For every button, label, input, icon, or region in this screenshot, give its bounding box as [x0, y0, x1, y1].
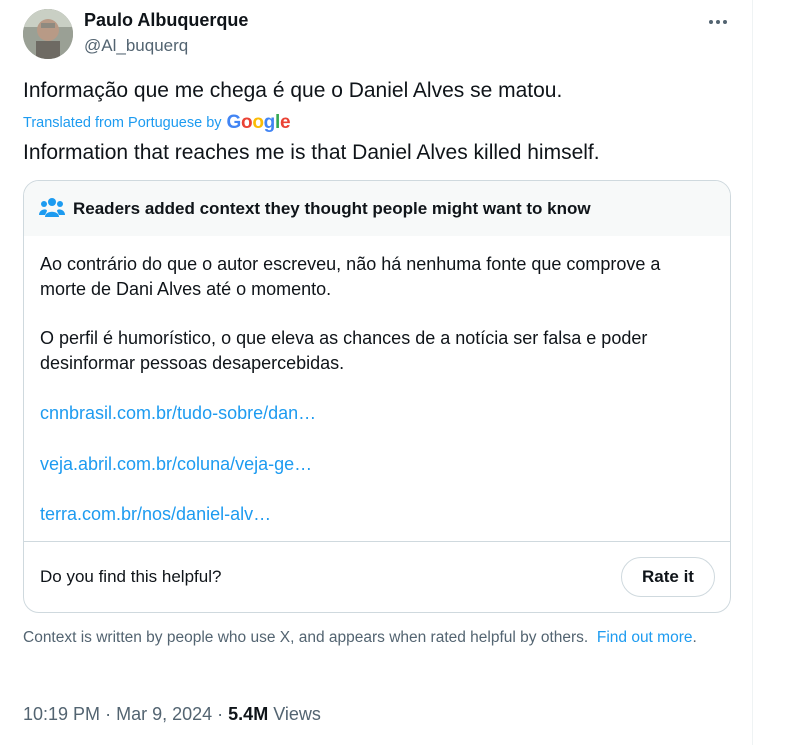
timeline-border — [752, 0, 753, 745]
google-logo: Google — [226, 112, 291, 133]
meta-separator: · — [217, 704, 224, 724]
tweet-time[interactable]: 10:19 PM — [23, 704, 100, 724]
avatar[interactable] — [23, 9, 73, 59]
note-body: Ao contrário do que o autor escreveu, nã… — [40, 252, 710, 400]
find-out-more-link[interactable]: Find out more — [597, 629, 693, 646]
views-label: Views — [273, 704, 321, 724]
note-header-text: Readers added context they thought peopl… — [73, 199, 591, 218]
context-footer-suffix: . — [692, 629, 697, 646]
tweet-meta: 10:19 PM · Mar 9, 2024 · 5.4M Views — [23, 704, 321, 725]
tweet-text: Informação que me chega é que o Daniel A… — [23, 79, 563, 102]
source-link[interactable]: terra.com.br/nos/daniel-alv… — [40, 504, 271, 525]
context-footer-text: Context is written by people who use X, … — [23, 629, 589, 646]
more-button[interactable] — [703, 10, 733, 34]
helpful-question: Do you find this helpful? — [40, 567, 222, 586]
source-link[interactable]: veja.abril.com.br/coluna/veja-ge… — [40, 454, 312, 475]
divider — [24, 541, 730, 542]
author-name[interactable]: Paulo Albuquerque — [84, 10, 248, 31]
note-header: Readers added context they thought peopl… — [24, 181, 730, 236]
community-note: Readers added context they thought peopl… — [23, 180, 731, 613]
translated-text: Information that reaches me is that Dani… — [23, 141, 600, 164]
source-link[interactable]: cnnbrasil.com.br/tudo-sobre/dan… — [40, 403, 316, 424]
translation-attribution: Translated from Portuguese by Google — [23, 112, 291, 134]
author-handle[interactable]: @Al_buquerq — [84, 36, 188, 56]
people-icon — [39, 198, 65, 217]
meta-separator: · — [105, 704, 112, 724]
note-paragraph: O perfil é humorístico, o que eleva as c… — [40, 328, 648, 373]
context-footer: Context is written by people who use X, … — [23, 627, 723, 648]
avatar-image — [23, 9, 73, 59]
tweet-date[interactable]: Mar 9, 2024 — [116, 704, 212, 724]
translated-label: Translated from Portuguese by — [23, 115, 222, 131]
rate-it-button[interactable]: Rate it — [621, 557, 715, 597]
more-icon — [709, 20, 727, 24]
views-count: 5.4M — [228, 704, 269, 724]
note-paragraph: Ao contrário do que o autor escreveu, nã… — [40, 254, 661, 299]
